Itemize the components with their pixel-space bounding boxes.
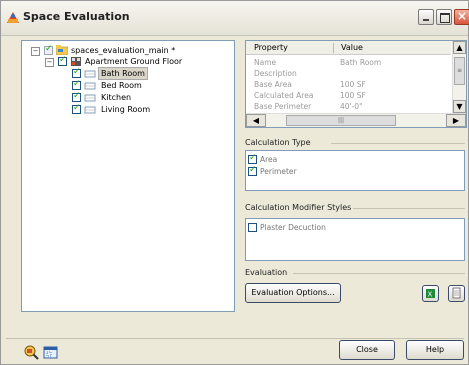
area-option-label: Area bbox=[260, 155, 278, 164]
tree-root-label: spaces_evaluation_main * bbox=[71, 46, 176, 55]
property-value: Bath Room bbox=[340, 58, 382, 67]
space-icon bbox=[84, 82, 96, 90]
perimeter-option-label: Perimeter bbox=[260, 167, 297, 176]
svg-text:X: X bbox=[428, 291, 433, 299]
horizontal-scrollbar[interactable]: ◀ ||| ▶ bbox=[246, 113, 466, 127]
tree-room-label: Living Room bbox=[101, 105, 151, 114]
column-divider[interactable] bbox=[333, 43, 334, 53]
group-checkbox[interactable] bbox=[58, 55, 67, 66]
close-icon: × bbox=[457, 9, 468, 23]
scroll-thumb-horizontal[interactable]: ||| bbox=[286, 115, 396, 126]
property-grid[interactable]: Property Value Name Bath Room Description… bbox=[245, 40, 467, 128]
minimize-button[interactable] bbox=[418, 9, 434, 25]
vertical-scrollbar[interactable]: ▲ ≡ ▼ bbox=[452, 41, 466, 113]
help-button[interactable]: Help bbox=[406, 340, 464, 360]
area-checkbox[interactable] bbox=[248, 153, 257, 164]
folder-icon bbox=[56, 45, 68, 55]
space-icon bbox=[84, 106, 96, 114]
property-key: Calculated Area bbox=[254, 91, 314, 100]
tree-room-node[interactable]: Living Room bbox=[26, 103, 226, 115]
space-icon bbox=[84, 94, 96, 102]
property-key: Base Perimeter bbox=[254, 102, 312, 111]
tree-room-label: Bed Room bbox=[101, 81, 142, 90]
tree-group-label: Apartment Ground Floor bbox=[85, 57, 183, 66]
zoom-to-space-icon bbox=[24, 345, 39, 360]
excel-export-icon: X bbox=[426, 289, 435, 299]
calculation-type-label: Calculation Type bbox=[245, 138, 311, 147]
tree-room-label: Bath Room bbox=[98, 67, 148, 80]
tree-room-node[interactable]: Bed Room bbox=[26, 79, 226, 91]
tree-room-label: Kitchen bbox=[101, 93, 132, 102]
tree-root-node[interactable]: − spaces_evaluation_main * bbox=[26, 44, 226, 56]
scroll-thumb-vertical[interactable]: ≡ bbox=[454, 57, 465, 85]
room-checkbox[interactable] bbox=[72, 103, 81, 114]
title-bar: Space Evaluation × bbox=[1, 1, 469, 36]
maximize-button[interactable] bbox=[436, 9, 452, 25]
plaster-deduction-label: Plaster Decuction bbox=[260, 223, 326, 232]
room-checkbox[interactable] bbox=[72, 79, 81, 90]
space-evaluation-dialog: Space Evaluation × − spaces_evaluation_m… bbox=[0, 0, 469, 365]
select-window-icon bbox=[43, 346, 58, 359]
select-window-button[interactable] bbox=[42, 344, 59, 361]
evaluation-label: Evaluation bbox=[245, 268, 288, 277]
property-value: 40'-0" bbox=[340, 102, 363, 111]
property-key: Description bbox=[254, 69, 297, 78]
room-checkbox[interactable] bbox=[72, 67, 81, 78]
maximize-icon bbox=[440, 13, 450, 23]
perimeter-checkbox[interactable] bbox=[248, 165, 257, 176]
property-row[interactable]: Name Bath Room bbox=[254, 58, 454, 68]
grid-header: Property Value bbox=[246, 41, 451, 55]
collapse-icon[interactable]: − bbox=[45, 58, 54, 67]
property-value: 100 SF bbox=[340, 80, 366, 89]
tree-group-node[interactable]: − Apartment Ground Floor bbox=[26, 55, 226, 67]
group-divider bbox=[353, 208, 465, 209]
excel-export-button[interactable]: X bbox=[422, 285, 439, 302]
property-column-header[interactable]: Property bbox=[254, 43, 288, 52]
calculation-type-list[interactable]: Area Perimeter bbox=[245, 150, 465, 191]
group-divider bbox=[293, 273, 465, 274]
tree-room-node[interactable]: Bath Room bbox=[26, 67, 226, 80]
space-icon bbox=[84, 70, 96, 78]
scroll-down-button[interactable]: ▼ bbox=[453, 100, 466, 113]
collapse-icon[interactable]: − bbox=[31, 47, 40, 56]
group-divider bbox=[331, 143, 465, 144]
evaluation-options-button[interactable]: Evaluation Options... bbox=[245, 283, 341, 303]
space-tree[interactable]: − spaces_evaluation_main * − Apartment G… bbox=[21, 40, 235, 312]
property-row[interactable]: Calculated Area 100 SF bbox=[254, 91, 454, 101]
property-row[interactable]: Base Perimeter 40'-0" bbox=[254, 102, 454, 112]
room-checkbox[interactable] bbox=[72, 91, 81, 102]
tree-room-node[interactable]: Kitchen bbox=[26, 91, 226, 103]
close-button[interactable]: Close bbox=[339, 340, 395, 360]
text-export-button[interactable] bbox=[448, 285, 465, 302]
space-evaluation-icon bbox=[7, 12, 19, 23]
property-row[interactable]: Base Area 100 SF bbox=[254, 80, 454, 90]
text-export-icon bbox=[452, 287, 461, 299]
modifier-styles-label: Calculation Modifier Styles bbox=[245, 203, 352, 212]
minimize-icon bbox=[423, 19, 429, 21]
property-row[interactable]: Description bbox=[254, 69, 454, 79]
window-title: Space Evaluation bbox=[23, 10, 130, 23]
property-key: Name bbox=[254, 58, 277, 67]
scroll-left-button[interactable]: ◀ bbox=[246, 114, 266, 127]
root-checkbox[interactable] bbox=[44, 44, 53, 55]
footer-divider bbox=[6, 338, 464, 339]
modifier-styles-list[interactable]: Plaster Decuction bbox=[245, 218, 465, 261]
value-column-header[interactable]: Value bbox=[341, 43, 363, 52]
scroll-up-button[interactable]: ▲ bbox=[453, 41, 466, 54]
property-key: Base Area bbox=[254, 80, 292, 89]
plaster-deduction-checkbox[interactable] bbox=[248, 223, 257, 232]
zoom-to-space-button[interactable] bbox=[23, 344, 40, 361]
building-icon bbox=[71, 57, 81, 66]
property-value: 100 SF bbox=[340, 91, 366, 100]
scroll-right-button[interactable]: ▶ bbox=[446, 114, 466, 127]
close-window-button[interactable]: × bbox=[454, 9, 469, 25]
